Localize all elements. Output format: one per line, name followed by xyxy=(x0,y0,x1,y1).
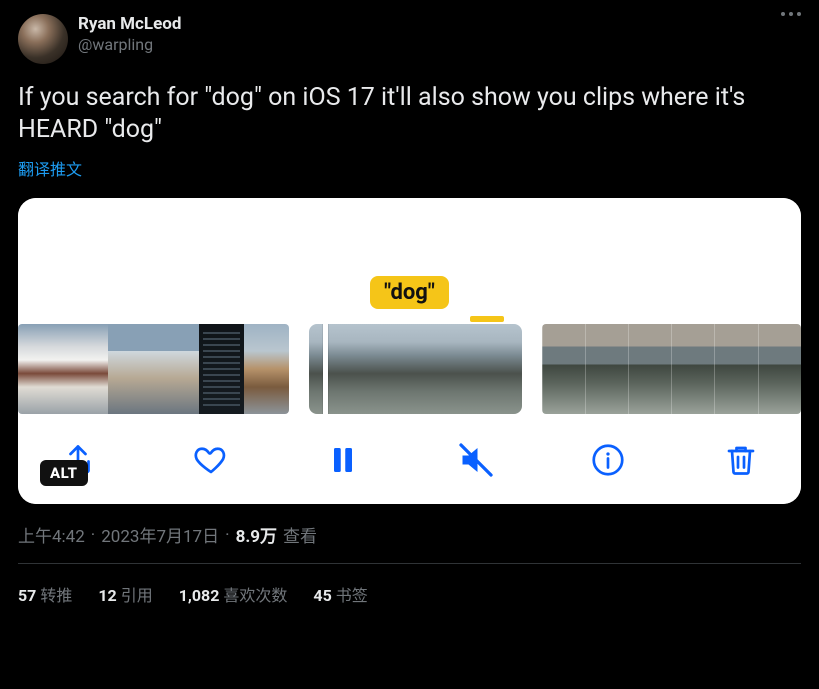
search-tooltip-row: "dog" xyxy=(18,276,801,309)
author-handle: @warpling xyxy=(78,35,181,55)
avatar[interactable] xyxy=(18,14,68,64)
quotes-count: 12 xyxy=(98,586,116,605)
dot-separator: · xyxy=(225,525,229,545)
quotes-stat[interactable]: 12 引用 xyxy=(98,582,152,606)
tweet-header: Ryan McLeod @warpling xyxy=(18,14,801,64)
dot-separator: · xyxy=(91,525,95,545)
playhead[interactable] xyxy=(323,324,328,414)
quotes-label: 引用 xyxy=(121,586,153,605)
clip-group-2[interactable] xyxy=(309,324,521,414)
tweet-time: 上午4:42 xyxy=(18,522,85,547)
alt-badge[interactable]: ALT xyxy=(40,460,88,486)
pause-icon[interactable] xyxy=(325,442,361,478)
search-term-tooltip: "dog" xyxy=(370,276,449,309)
heart-icon[interactable] xyxy=(193,442,229,478)
retweets-label: 转推 xyxy=(40,586,72,605)
author-display-name: Ryan McLeod xyxy=(78,14,181,35)
likes-label: 喜欢次数 xyxy=(223,586,287,605)
likes-stat[interactable]: 1,082喜欢次数 xyxy=(179,582,288,606)
bookmarks-label: 书签 xyxy=(336,586,368,605)
bookmarks-stat[interactable]: 45 书签 xyxy=(313,582,367,606)
divider xyxy=(18,563,801,564)
mute-icon[interactable] xyxy=(458,442,494,478)
tweet-meta[interactable]: 上午4:42 · 2023年7月17日 · 8.9万 查看 xyxy=(18,522,801,547)
tweet-container: Ryan McLeod @warpling If you search for … xyxy=(0,0,819,616)
tweet-media[interactable]: "dog" xyxy=(18,198,801,504)
more-options-button[interactable] xyxy=(781,12,801,16)
media-toolbar xyxy=(18,428,801,504)
retweets-count: 57 xyxy=(18,586,36,605)
info-icon[interactable] xyxy=(590,442,626,478)
translate-link[interactable]: 翻译推文 xyxy=(18,156,801,180)
timeline-marker xyxy=(470,316,504,322)
tweet-text: If you search for "dog" on iOS 17 it'll … xyxy=(18,82,801,146)
views-label: 查看 xyxy=(283,522,317,547)
trash-icon[interactable] xyxy=(723,442,759,478)
tweet-date: 2023年7月17日 xyxy=(101,522,219,547)
retweets-stat[interactable]: 57转推 xyxy=(18,582,72,606)
tweet-stats: 57转推 12 引用 1,082喜欢次数 45 书签 xyxy=(18,582,801,606)
clip-group-1[interactable] xyxy=(18,324,289,414)
clip-group-3[interactable] xyxy=(542,324,801,414)
clip-timeline xyxy=(18,324,801,428)
bookmarks-count: 45 xyxy=(313,586,331,605)
views-count: 8.9万 xyxy=(236,522,277,547)
likes-count: 1,082 xyxy=(179,586,220,605)
author-name-block[interactable]: Ryan McLeod @warpling xyxy=(78,14,181,55)
